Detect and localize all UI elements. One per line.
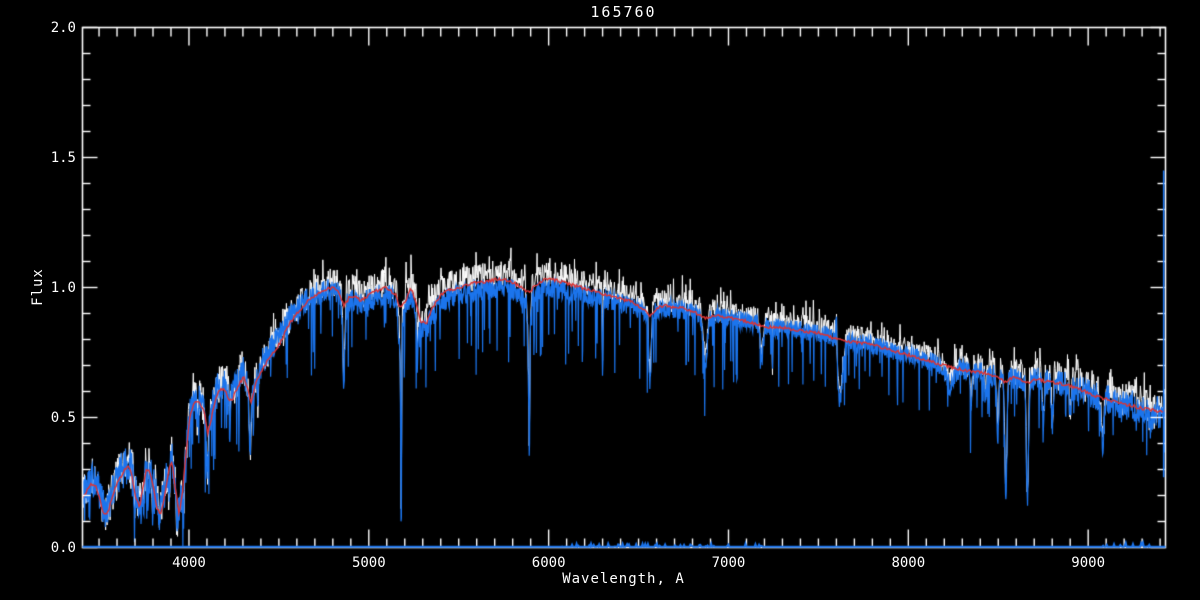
x-tick-label: 7000 bbox=[711, 555, 746, 571]
y-tick-label: 2.0 bbox=[50, 19, 76, 36]
y-tick-label: 1.0 bbox=[50, 279, 76, 296]
y-tick-label: 1.5 bbox=[50, 149, 76, 166]
x-tick-label: 9000 bbox=[1071, 555, 1106, 571]
x-tick-label: 5000 bbox=[351, 555, 386, 571]
x-tick-label: 8000 bbox=[891, 555, 926, 571]
y-tick-label: 0.5 bbox=[50, 409, 76, 426]
plot-window: 165760 Wavelength, A Flux 0.0 0.5 1.0 1.5 2.… bbox=[0, 0, 1200, 600]
plot-title: 165760 bbox=[590, 3, 657, 21]
y-axis-label: Flux bbox=[30, 268, 46, 306]
y-tick-label: 0.0 bbox=[50, 539, 76, 556]
x-tick-label: 4000 bbox=[172, 555, 206, 571]
spectrum-canvas bbox=[0, 0, 1200, 600]
x-axis-label: Wavelength, A bbox=[562, 571, 685, 587]
x-tick-label: 6000 bbox=[531, 555, 566, 571]
